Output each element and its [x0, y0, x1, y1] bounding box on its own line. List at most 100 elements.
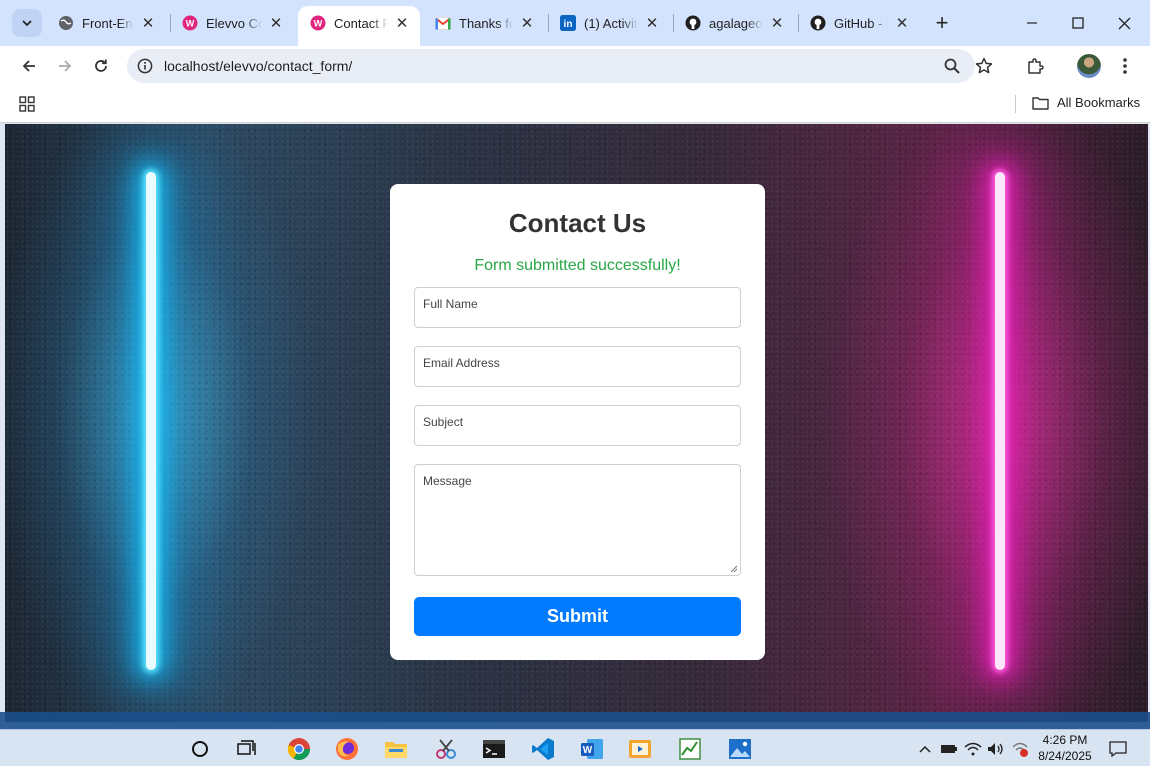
vscode-status-bar-behind: [0, 712, 1150, 729]
all-bookmarks-button[interactable]: All Bookmarks: [1032, 95, 1140, 110]
tab-title: Elevvo Co: [206, 15, 262, 31]
zoom-icon[interactable]: [943, 57, 961, 75]
apps-grid-icon[interactable]: [19, 96, 35, 112]
extensions-button[interactable]: [1023, 54, 1047, 78]
success-message: Form submitted successfully!: [474, 257, 681, 274]
github-icon: [685, 15, 701, 31]
email-field[interactable]: Email Address: [414, 346, 741, 387]
wamp-icon: W: [310, 15, 326, 31]
folder-icon: [385, 742, 407, 758]
taskbar-media-player[interactable]: [626, 735, 654, 763]
maximize-icon: [1072, 17, 1084, 29]
tab-elevvo[interactable]: W Elevvo Co ✕: [170, 6, 294, 40]
chevron-down-icon: [22, 20, 32, 27]
site-info-icon[interactable]: [137, 58, 153, 74]
reload-icon: [95, 59, 107, 72]
taskbar-word[interactable]: W: [578, 735, 606, 763]
taskbar-snipping-tool[interactable]: [432, 735, 460, 763]
close-tab-icon[interactable]: ✕: [268, 15, 284, 32]
back-button[interactable]: [14, 51, 44, 81]
tab-title: Contact Fo: [334, 15, 388, 31]
submit-button[interactable]: Submit: [414, 597, 741, 636]
taskbar-photos[interactable]: [726, 735, 754, 763]
new-tab-button[interactable]: +: [929, 10, 955, 36]
tab-contact-form[interactable]: W Contact Fo ✕: [298, 6, 420, 46]
minimize-button[interactable]: [1009, 6, 1055, 40]
terminal-icon: [483, 740, 505, 758]
github-icon: [810, 15, 826, 31]
close-tab-icon[interactable]: ✕: [519, 15, 535, 32]
svg-text:W: W: [314, 19, 323, 29]
chrome-menu-button[interactable]: [1113, 54, 1137, 78]
clock-time: 4:26 PM: [1042, 733, 1088, 747]
bookmark-star-icon[interactable]: [975, 57, 993, 75]
tab-github[interactable]: GitHub - N ✕: [798, 6, 920, 40]
close-tab-icon[interactable]: ✕: [394, 15, 410, 32]
chrome-icon: [287, 738, 310, 760]
taskbar-terminal[interactable]: [480, 735, 508, 763]
network-alert-icon[interactable]: [1010, 739, 1030, 759]
url-text[interactable]: localhost/elevvo/contact_form/: [164, 58, 352, 74]
reload-button[interactable]: [86, 51, 116, 81]
tab-gmail[interactable]: Thanks for ✕: [423, 6, 545, 40]
firefox-icon: [336, 738, 358, 760]
page-title: Contact Us: [508, 208, 647, 238]
resize-handle-icon[interactable]: [730, 565, 738, 573]
taskbar-chrome[interactable]: [285, 735, 313, 763]
tab-title: (1) Activity: [584, 15, 638, 31]
volume-icon[interactable]: [986, 739, 1006, 759]
minimize-icon: [1027, 22, 1037, 24]
maximize-button[interactable]: [1055, 6, 1101, 40]
arrow-right-icon: [59, 60, 72, 72]
wifi-icon[interactable]: [963, 739, 983, 759]
subject-field[interactable]: Subject: [414, 405, 741, 446]
message-placeholder: Message: [423, 474, 472, 488]
close-tab-icon[interactable]: ✕: [140, 15, 156, 32]
tab-search-button[interactable]: [12, 9, 42, 37]
battery-icon[interactable]: [939, 739, 959, 759]
address-bar[interactable]: localhost/elevvo/contact_form/: [127, 49, 993, 83]
all-bookmarks-label: All Bookmarks: [1057, 95, 1141, 110]
taskbar-file-explorer[interactable]: [382, 735, 410, 763]
task-view-icon: [237, 740, 256, 755]
close-tab-icon[interactable]: ✕: [769, 15, 785, 32]
taskbar-clock[interactable]: 4:26 PM 8/24/2025: [1030, 732, 1100, 764]
tab-title: Thanks for: [459, 15, 513, 31]
svg-text:in: in: [564, 19, 573, 30]
windows-taskbar: W 4:26 PM 8/24/2025: [0, 729, 1150, 766]
more-vertical-icon: [1123, 58, 1127, 74]
clock-date: 8/24/2025: [1038, 749, 1092, 763]
photos-icon: [729, 739, 751, 759]
tab-linkedin[interactable]: in (1) Activity ✕: [548, 6, 670, 40]
linkedin-icon: in: [560, 15, 576, 31]
tab-title: Front-End: [82, 15, 134, 31]
close-window-button[interactable]: [1101, 6, 1147, 40]
svg-text:W: W: [583, 745, 593, 756]
tab-title: agalageor: [709, 15, 763, 31]
cortana-circle-icon: [192, 741, 208, 757]
message-field[interactable]: Message: [414, 464, 741, 576]
full-name-placeholder: Full Name: [423, 297, 478, 311]
task-view-button[interactable]: [233, 735, 261, 763]
gmail-icon: [435, 15, 451, 31]
taskbar-firefox[interactable]: [333, 735, 361, 763]
page-viewport: Contact Us Form submitted successfully! …: [5, 124, 1148, 722]
close-tab-icon[interactable]: ✕: [644, 15, 660, 32]
puzzle-icon: [1028, 58, 1044, 74]
tab-github-agalageor[interactable]: agalageor ✕: [673, 6, 795, 40]
start-button[interactable]: [186, 735, 214, 763]
tab-front-end[interactable]: Front-End ✕: [46, 6, 166, 40]
subject-placeholder: Subject: [423, 415, 464, 429]
forward-button[interactable]: [50, 51, 80, 81]
taskbar-vscode[interactable]: [529, 735, 557, 763]
close-tab-icon[interactable]: ✕: [894, 15, 910, 32]
tray-overflow-chevron-icon[interactable]: [915, 739, 935, 759]
full-name-field[interactable]: Full Name: [414, 287, 741, 328]
notification-center-icon[interactable]: [1108, 739, 1128, 759]
chart-app-icon: [679, 738, 701, 760]
taskbar-task-manager[interactable]: [676, 735, 704, 763]
profile-avatar[interactable]: [1077, 54, 1101, 78]
contact-form-card: Contact Us Form submitted successfully! …: [390, 184, 765, 660]
neon-light-cyan: [146, 172, 156, 670]
tab-strip: Front-End ✕ W Elevvo Co ✕ W Contact Fo ✕…: [0, 0, 1150, 46]
